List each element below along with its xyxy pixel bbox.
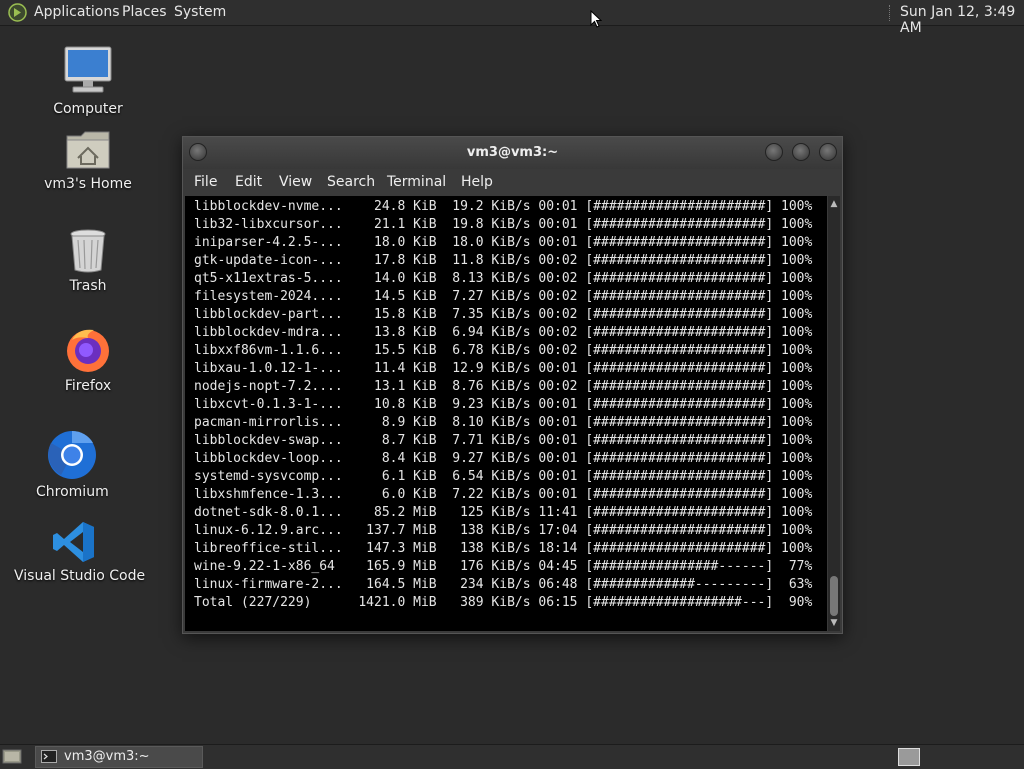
terminal-line: filesystem-2024.... 14.5 KiB 7.27 KiB/s … bbox=[194, 289, 813, 304]
menu-help[interactable]: Help bbox=[461, 174, 493, 190]
panel-separator bbox=[889, 5, 892, 21]
terminal-line: libblockdev-nvme... 24.8 KiB 19.2 KiB/s … bbox=[194, 199, 813, 214]
terminal-line: libreoffice-stil... 147.3 MiB 138 KiB/s … bbox=[194, 541, 813, 556]
terminal-line: libxshmfence-1.3... 6.0 KiB 7.22 KiB/s 0… bbox=[194, 487, 813, 502]
home-folder-icon bbox=[66, 131, 110, 169]
desktop-icon-label: Visual Studio Code bbox=[14, 568, 146, 584]
places-menu[interactable]: Places bbox=[122, 4, 167, 22]
terminal-line: libblockdev-swap... 8.7 KiB 7.71 KiB/s 0… bbox=[194, 433, 813, 448]
taskbar-window-label: vm3@vm3:~ bbox=[64, 749, 150, 764]
system-menu[interactable]: System bbox=[174, 4, 226, 22]
terminal-line: Total (227/229) 1421.0 MiB 389 KiB/s 06:… bbox=[194, 595, 813, 610]
computer-icon bbox=[64, 46, 112, 93]
chromium-icon bbox=[48, 430, 96, 479]
menu-search[interactable]: Search bbox=[327, 174, 375, 190]
menu-view[interactable]: View bbox=[279, 174, 312, 190]
distro-logo-icon[interactable] bbox=[8, 3, 27, 22]
scroll-thumb[interactable] bbox=[830, 576, 838, 616]
show-desktop-icon bbox=[2, 749, 22, 764]
scroll-down-icon[interactable]: ▼ bbox=[828, 617, 840, 629]
desktop-icon-label: vm3's Home bbox=[44, 176, 132, 192]
terminal-line: iniparser-4.2.5-... 18.0 KiB 18.0 KiB/s … bbox=[194, 235, 813, 250]
mouse-cursor-icon bbox=[590, 10, 602, 28]
desktop-icon-firefox[interactable]: Firefox bbox=[58, 326, 118, 394]
trash-icon bbox=[70, 229, 106, 273]
terminal-line: dotnet-sdk-8.0.1... 85.2 MiB 125 KiB/s 1… bbox=[194, 505, 813, 520]
terminal-line: libblockdev-mdra... 13.8 KiB 6.94 KiB/s … bbox=[194, 325, 813, 340]
desktop-icon-chromium[interactable]: Chromium bbox=[36, 430, 109, 500]
terminal-line: wine-9.22-1-x86_64 165.9 MiB 176 KiB/s 0… bbox=[194, 559, 813, 574]
menu-terminal[interactable]: Terminal bbox=[387, 174, 446, 190]
menu-edit[interactable]: Edit bbox=[235, 174, 262, 190]
terminal-line: gtk-update-icon-... 17.8 KiB 11.8 KiB/s … bbox=[194, 253, 813, 268]
window-title: vm3@vm3:~ bbox=[466, 145, 559, 160]
terminal-line: lib32-libxcursor... 21.1 KiB 19.8 KiB/s … bbox=[194, 217, 813, 232]
close-button[interactable] bbox=[819, 143, 837, 161]
terminal-line: libblockdev-loop... 8.4 KiB 9.27 KiB/s 0… bbox=[194, 451, 813, 466]
terminal-line: libxxf86vm-1.1.6... 15.5 KiB 6.78 KiB/s … bbox=[194, 343, 813, 358]
firefox-icon bbox=[67, 329, 109, 372]
desktop-icon-label: Computer bbox=[53, 101, 123, 117]
desktop-icon-home[interactable]: vm3's Home bbox=[40, 128, 136, 192]
menu-file[interactable]: File bbox=[194, 174, 217, 190]
terminal-line: linux-6.12.9.arc... 137.7 MiB 138 KiB/s … bbox=[194, 523, 813, 538]
clock[interactable]: Sun Jan 12, 3:49 AM bbox=[900, 4, 1024, 36]
bottom-panel: vm3@vm3:~ bbox=[0, 744, 1024, 769]
scroll-up-icon[interactable]: ▲ bbox=[828, 198, 840, 210]
terminal-line: libxau-1.0.12-1-... 11.4 KiB 12.9 KiB/s … bbox=[194, 361, 813, 376]
desktop-icon-vscode[interactable]: Visual Studio Code bbox=[14, 520, 146, 584]
terminal-output[interactable]: libblockdev-nvme... 24.8 KiB 19.2 KiB/s … bbox=[185, 196, 827, 631]
terminal-icon bbox=[41, 750, 57, 763]
workspace-switcher[interactable] bbox=[898, 748, 920, 766]
terminal-line: pacman-mirrorlis... 8.9 KiB 8.10 KiB/s 0… bbox=[194, 415, 813, 430]
window-titlebar[interactable]: vm3@vm3:~ bbox=[183, 137, 842, 169]
desktop-icon-label: Trash bbox=[69, 278, 107, 294]
terminal-line: linux-firmware-2... 164.5 MiB 234 KiB/s … bbox=[194, 577, 813, 592]
terminal-line: systemd-sysvcomp... 6.1 KiB 6.54 KiB/s 0… bbox=[194, 469, 813, 484]
maximize-button[interactable] bbox=[792, 143, 810, 161]
minimize-button[interactable] bbox=[765, 143, 783, 161]
taskbar-window-button[interactable]: vm3@vm3:~ bbox=[35, 746, 203, 768]
desktop-icon-label: Firefox bbox=[64, 378, 112, 394]
desktop-icon-computer[interactable]: Computer bbox=[48, 45, 128, 117]
desktop-icon-trash[interactable]: Trash bbox=[58, 228, 118, 294]
terminal-scrollbar[interactable]: ▲ ▼ bbox=[828, 196, 840, 631]
window-menubar: File Edit View Search Terminal Help bbox=[183, 169, 842, 195]
terminal-line: libxcvt-0.1.3-1-... 10.8 KiB 9.23 KiB/s … bbox=[194, 397, 813, 412]
applications-menu[interactable]: Applications bbox=[34, 4, 120, 22]
terminal-line: nodejs-nopt-7.2.... 13.1 KiB 8.76 KiB/s … bbox=[194, 379, 813, 394]
terminal-line: qt5-x11extras-5.... 14.0 KiB 8.13 KiB/s … bbox=[194, 271, 813, 286]
top-panel: Applications Places System Sun Jan 12, 3… bbox=[0, 0, 1024, 36]
vscode-icon bbox=[53, 522, 94, 562]
show-desktop-button[interactable] bbox=[2, 748, 22, 765]
terminal-line: libblockdev-part... 15.8 KiB 7.35 KiB/s … bbox=[194, 307, 813, 322]
desktop-icon-label: Chromium bbox=[36, 484, 109, 500]
terminal-window: vm3@vm3:~ File Edit View Search Terminal… bbox=[182, 136, 843, 634]
